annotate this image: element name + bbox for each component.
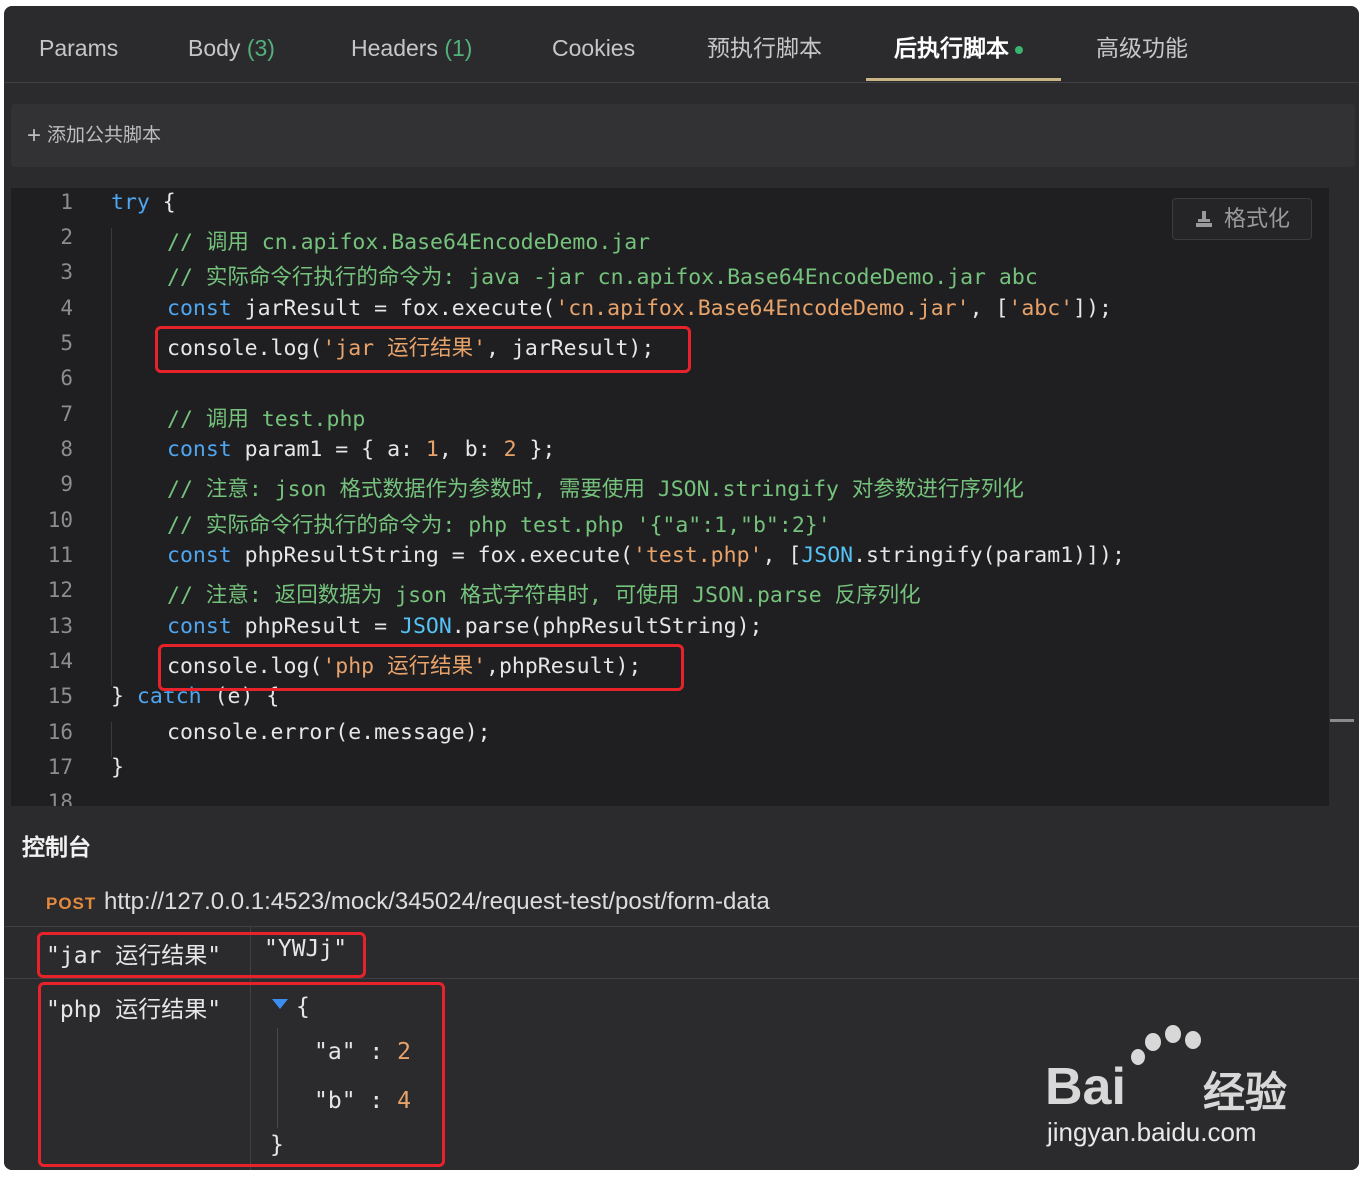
console-title: 控制台: [22, 834, 91, 860]
line-number: 3: [60, 260, 73, 284]
line-number: 8: [60, 437, 73, 461]
line-number: 12: [47, 578, 73, 602]
line-number: 4: [60, 296, 73, 320]
line-number: 17: [47, 755, 73, 779]
line-number: 10: [47, 508, 73, 532]
code-line: try {: [111, 190, 176, 215]
tab-post-script[interactable]: 后执行脚本: [894, 6, 1023, 82]
add-common-script-label: 添加公共脚本: [47, 125, 162, 146]
highlight-box: [38, 982, 445, 1167]
line-number: 18: [47, 790, 73, 806]
code-line: const phpResultString = fox.execute('tes…: [167, 543, 1125, 568]
tab-headers[interactable]: Headers (1): [351, 6, 472, 82]
format-icon: [1195, 211, 1212, 227]
add-common-script-button[interactable]: + 添加公共脚本: [11, 104, 1355, 167]
format-button[interactable]: 格式化: [1172, 198, 1312, 240]
request-line[interactable]: POST http://127.0.0.1:4523/mock/345024/r…: [4, 876, 1359, 927]
line-number: 6: [60, 366, 73, 390]
baidu-watermark: Bai 经验 jingyan.baidu.com: [1045, 1025, 1295, 1155]
code-editor[interactable]: 1 2 3 4 5 6 7 8 9 10 11 12 13 14 15 16 1…: [11, 188, 1329, 806]
highlight-box: [158, 644, 684, 691]
code-line: const param1 = { a: 1, b: 2 };: [167, 437, 556, 462]
status-dot-icon: [1015, 45, 1023, 54]
tab-body[interactable]: Body (3): [188, 6, 275, 82]
indent-guide: [111, 722, 112, 757]
code-line: console.error(e.message);: [167, 720, 491, 745]
request-url: http://127.0.0.1:4523/mock/345024/reques…: [104, 888, 770, 915]
line-number: 7: [60, 402, 73, 426]
watermark-url: jingyan.baidu.com: [1047, 1117, 1257, 1147]
code-line: const phpResult = JSON.parse(phpResultSt…: [167, 614, 763, 639]
line-number: 13: [47, 614, 73, 638]
line-number: 11: [47, 543, 73, 567]
line-number: 5: [60, 331, 73, 355]
active-tab-indicator: [866, 78, 1061, 81]
line-number: 1: [60, 190, 73, 214]
line-number: 9: [60, 472, 73, 496]
tab-advanced[interactable]: 高级功能: [1096, 6, 1188, 82]
method-badge: POST: [46, 894, 97, 913]
line-number: 15: [47, 684, 73, 708]
code-comment: // 实际命令行执行的命令为: php test.php '{"a":1,"b"…: [167, 513, 831, 538]
code-comment: // 注意: 返回数据为 json 格式字符串时, 可使用 JSON.parse…: [167, 583, 921, 608]
tab-params[interactable]: Params: [39, 6, 118, 82]
watermark-logo: Bai: [1045, 1058, 1126, 1116]
tab-cookies[interactable]: Cookies: [552, 6, 635, 82]
line-number: 2: [60, 225, 73, 249]
plus-icon: +: [27, 122, 42, 149]
code-comment: // 注意: json 格式数据作为参数时, 需要使用 JSON.stringi…: [167, 477, 1024, 502]
paw-icon: [1145, 1033, 1161, 1051]
indent-guide: [111, 228, 112, 686]
code-comment: // 调用 test.php: [167, 407, 366, 432]
scroll-thumb[interactable]: [1330, 719, 1354, 722]
code-comment: // 实际命令行执行的命令为: java -jar cn.apifox.Base…: [167, 265, 1038, 290]
paw-icon: [1165, 1025, 1181, 1043]
script-panel: Params Body (3) Headers (1) Cookies 预执行脚…: [4, 6, 1359, 1170]
line-number: 16: [47, 720, 73, 744]
editor-scrollbar[interactable]: [1329, 188, 1359, 806]
code-comment: // 调用 cn.apifox.Base64EncodeDemo.jar: [167, 230, 651, 255]
paw-icon: [1131, 1049, 1145, 1065]
tab-bar: Params Body (3) Headers (1) Cookies 预执行脚…: [4, 6, 1359, 83]
paw-icon: [1185, 1031, 1201, 1049]
highlight-box: [37, 932, 366, 978]
watermark-logo-cn: 经验: [1203, 1069, 1288, 1116]
tab-pre-script[interactable]: 预执行脚本: [707, 6, 822, 82]
highlight-box: [155, 326, 691, 373]
code-line: const jarResult = fox.execute('cn.apifox…: [167, 296, 1112, 321]
line-number: 14: [47, 649, 73, 673]
code-line: }: [111, 755, 124, 780]
